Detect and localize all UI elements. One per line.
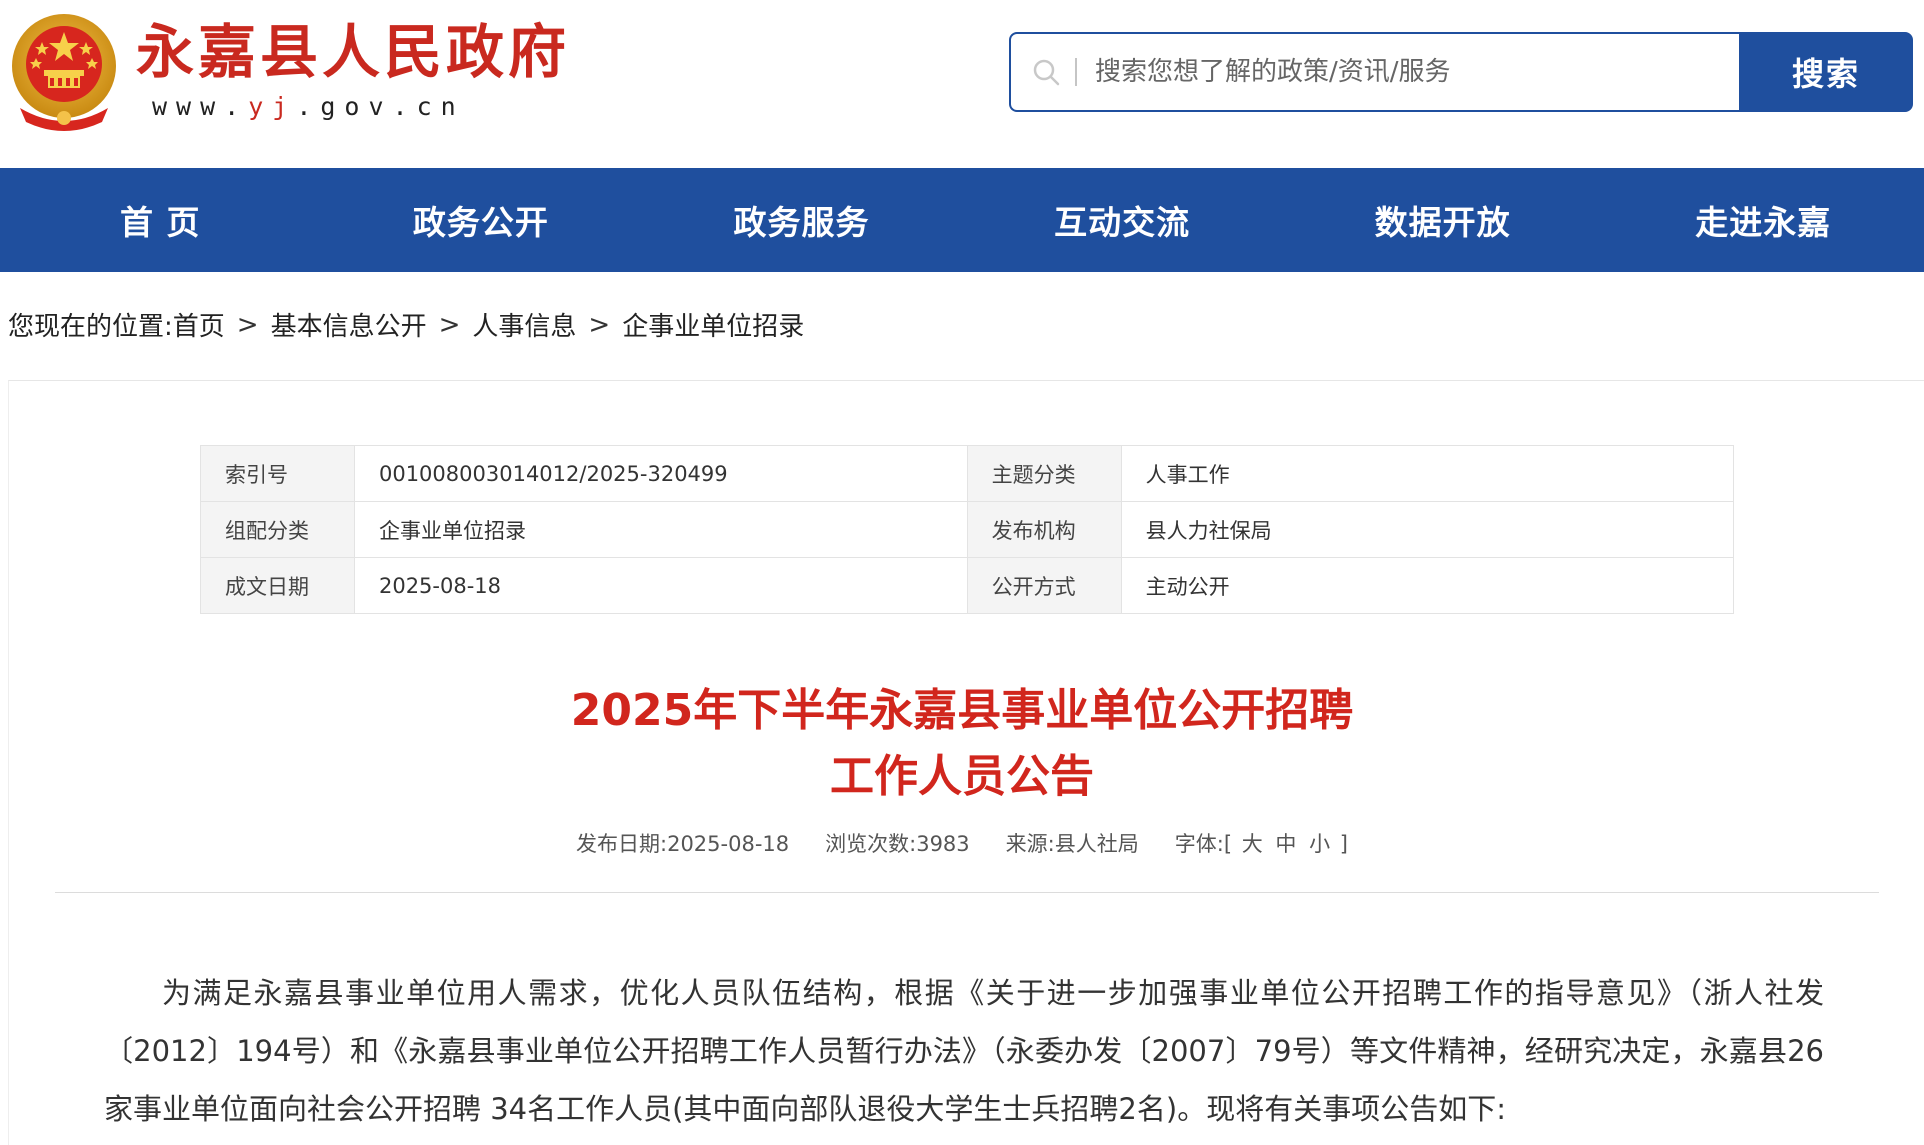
breadcrumb: 您现在的位置: 首页 > 基本信息公开 > 人事信息 > 企事业单位招录 [8,306,804,343]
meta-label: 索引号 [200,445,355,502]
meta-value: 主动公开 [1120,557,1735,614]
document-meta-table: 索引号 001008003014012/2025-320499 主题分类 人事工… [200,445,1735,614]
national-emblem-icon[interactable] [6,10,122,132]
site-url-prefix: www. [152,92,249,121]
divider [55,892,1879,893]
meta-value: 001008003014012/2025-320499 [353,445,968,502]
site-url-suffix: .gov.cn [296,92,465,121]
article-source: 来源:县人社局 [1005,832,1139,856]
table-row: 索引号 001008003014012/2025-320499 主题分类 人事工… [200,445,1735,502]
font-size-close: ] [1339,832,1348,856]
search-separator [1075,58,1077,86]
font-size-label: 字体:[ [1174,832,1233,856]
search-button[interactable]: 搜索 [1739,32,1913,112]
nav-item-open-data[interactable]: 数据开放 [1282,168,1603,272]
search-input[interactable] [1095,57,1695,87]
nav-item-about-yongjia[interactable]: 走进永嘉 [1603,168,1924,272]
main-nav: 首 页 政务公开 政务服务 互动交流 数据开放 走进永嘉 [0,168,1924,272]
nav-item-interaction[interactable]: 互动交流 [962,168,1283,272]
site-title[interactable]: 永嘉县人民政府 [136,14,570,90]
site-header: 永嘉县人民政府 www.yj.gov.cn 搜索 [0,0,1924,168]
breadcrumb-prefix: 您现在的位置: [8,312,173,342]
font-size-medium[interactable]: 中 [1275,832,1296,856]
font-size-large[interactable]: 大 [1242,832,1263,856]
breadcrumb-item-recruitment[interactable]: 企事业单位招录 [622,306,804,343]
search-box [1009,32,1741,112]
breadcrumb-separator: > [588,309,611,340]
nav-item-government-services[interactable]: 政务服务 [641,168,962,272]
breadcrumb-item-home[interactable]: 首页 [173,306,225,343]
breadcrumb-item-basic-info[interactable]: 基本信息公开 [271,306,427,343]
article-meta: 发布日期:2025-08-18 浏览次数:3983 来源:县人社局 字体:[ 大… [0,828,1924,858]
table-row: 成文日期 2025-08-18 公开方式 主动公开 [200,557,1735,614]
table-row: 组配分类 企事业单位招录 发布机构 县人力社保局 [200,501,1735,558]
site-url-highlight: yj [248,92,297,121]
site-url: www.yj.gov.cn [152,92,465,121]
publish-date: 发布日期:2025-08-18 [576,832,790,856]
meta-label: 成文日期 [200,557,355,614]
breadcrumb-separator: > [236,309,259,340]
view-count: 浏览次数:3983 [825,832,970,856]
article-title-line2: 工作人员公告 [830,751,1094,802]
article-paragraph: 为满足永嘉县事业单位用人需求，优化人员队伍结构，根据《关于进一步加强事业单位公开… [104,976,1824,1126]
meta-label: 主题分类 [966,445,1122,502]
meta-value: 人事工作 [1120,445,1735,502]
breadcrumb-item-personnel-info[interactable]: 人事信息 [472,306,576,343]
font-size-switcher: 字体:[ 大 中 小 ] [1175,828,1348,858]
font-size-small[interactable]: 小 [1309,832,1330,856]
nav-item-government-affairs[interactable]: 政务公开 [321,168,642,272]
nav-item-home[interactable]: 首 页 [0,168,321,272]
meta-label: 公开方式 [966,557,1122,614]
meta-value: 2025-08-18 [353,557,968,614]
meta-value: 县人力社保局 [1120,501,1735,558]
article-title-line1: 2025年下半年永嘉县事业单位公开招聘 [570,685,1354,736]
meta-value: 企事业单位招录 [353,501,968,558]
search-icon [1033,59,1060,86]
meta-label: 组配分类 [200,501,355,558]
breadcrumb-separator: > [438,309,461,340]
meta-label: 发布机构 [966,501,1122,558]
